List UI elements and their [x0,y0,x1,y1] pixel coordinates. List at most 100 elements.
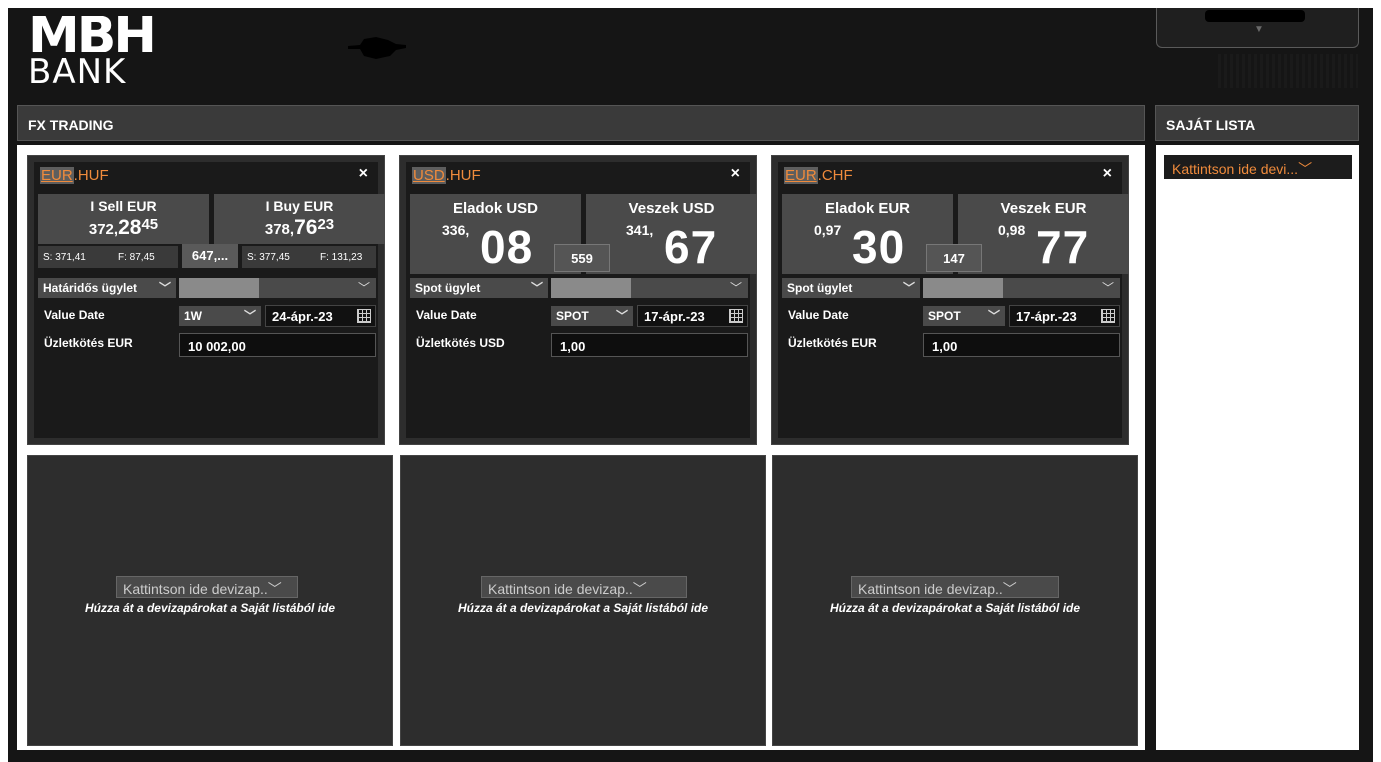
tile-body: I Sell EUR 372,2845 I Buy EUR 378,7623 S… [34,188,385,438]
sell-price-button[interactable]: I Sell EUR 372,2845 [38,194,209,244]
buy-price: 378,7623 [264,216,335,239]
own-list-title: SAJÁT LISTA [1166,117,1256,133]
amount-input[interactable]: 1,00 [923,333,1120,357]
buy-label: Veszek USD [628,200,715,217]
redacted-field [179,278,259,298]
empty-tile-slot: Kattintson ide devizap..﹀ Húzza át a dev… [772,455,1138,746]
amount-input[interactable]: 1,00 [551,333,748,357]
drag-hint: Húzza át a devizapárokat a Saját listábó… [457,601,709,615]
redacted-user-info [1218,54,1358,88]
base-currency-link[interactable]: EUR [784,167,818,184]
deal-type-select[interactable]: Határidős ügylet ﹀ [38,278,176,298]
sell-price-main: 30 [852,221,906,273]
fx-tile-eurchf: EUR.CHF × Eladok EUR 0,97 30 Veszek EUR … [771,155,1129,445]
base-currency-link[interactable]: USD [412,167,446,184]
fx-trading-title: FX TRADING [28,117,114,133]
chevron-down-icon: ﹀ [632,581,647,597]
sell-label: Eladok USD [452,200,539,217]
value-date-label: Value Date [788,308,849,322]
currency-pair-select[interactable]: Kattintson ide devizap..﹀ [851,576,1059,598]
currency-pair: EUR.CHF [784,167,853,184]
tenor-select[interactable]: SPOT ﹀ [551,306,633,326]
user-menu[interactable]: ▼ [1156,8,1359,48]
logo-text: BANK [28,52,127,92]
own-list-panel: Kattintson ide devi...﹀ [1156,145,1359,750]
buy-price-main: 77 [1036,221,1090,273]
logo-mark: MBH [28,16,154,52]
sell-spot-forward: S: 371,41 F: 87,45 [38,246,178,268]
empty-tile-slot: Kattintson ide devizap..﹀ Húzza át a dev… [400,455,766,746]
value-date-field[interactable]: 24-ápr.-23 [265,305,376,327]
chevron-down-icon: ﹀ [987,309,1000,323]
own-list-select[interactable]: Kattintson ide devi...﹀ [1164,155,1352,179]
amount-label: Üzletkötés EUR [788,336,877,350]
value-date-field[interactable]: 17-ápr.-23 [637,305,748,327]
close-icon[interactable]: × [359,165,368,183]
base-currency-link[interactable]: EUR [40,167,74,184]
currency-pair: USD.HUF [412,167,481,184]
close-icon[interactable]: × [731,165,740,183]
sell-label: I Sell EUR [90,198,157,214]
fx-trading-header: FX TRADING [17,105,1145,141]
buy-label: Veszek EUR [1000,200,1087,217]
settlement-select[interactable]: ﹀ [551,278,748,298]
mbh-bank-logo: MBH BANK [28,16,154,92]
tile-body: Eladok USD 336, 08 Veszek USD 341, 67 55… [406,188,757,438]
chevron-down-icon: ▼ [1254,24,1264,35]
settlement-select[interactable]: ﹀ [179,278,376,298]
value-date-field[interactable]: 17-ápr.-23 [1009,305,1120,327]
amount-label: Üzletkötés USD [416,336,505,350]
chevron-down-icon: ﹀ [530,281,543,295]
fx-board: EUR.HUF × I Sell EUR 372,2845 I Buy EUR … [17,145,1145,750]
calendar-icon[interactable] [357,309,371,323]
buy-price-main: 67 [664,221,718,273]
buy-price-button[interactable]: Veszek USD 341, 67 [586,194,757,274]
buy-spot-forward: S: 377,45 F: 131,23 [242,246,376,268]
deal-type-select[interactable]: Spot ügylet ﹀ [782,278,920,298]
sell-label: Eladok EUR [824,200,911,217]
redacted-username [1205,10,1305,22]
buy-price-prefix: 0,98 [998,222,1026,238]
redacted-field [923,278,1003,298]
tile-header: USD.HUF × [406,162,750,188]
spread-value: 647,... [182,244,238,268]
buy-label: I Buy EUR [265,198,334,214]
chevron-down-icon: ﹀ [1101,281,1114,295]
chevron-down-icon: ﹀ [1298,161,1313,177]
settlement-select[interactable]: ﹀ [923,278,1120,298]
tile-header: EUR.HUF × [34,162,378,188]
drag-hint: Húzza át a devizapárokat a Saját listábó… [84,601,336,615]
sell-price-prefix: 0,97 [814,222,842,238]
tenor-select[interactable]: 1W ﹀ [179,306,261,326]
chevron-down-icon: ﹀ [243,309,256,323]
currency-pair-select[interactable]: Kattintson ide devizap..﹀ [481,576,687,598]
buy-forward: F: 131,23 [320,252,363,263]
spread-value: 147 [926,244,982,272]
tile-body: Eladok EUR 0,97 30 Veszek EUR 0,98 77 14… [778,188,1129,438]
currency-pair: EUR.HUF [40,167,109,184]
chevron-down-icon: ﹀ [902,281,915,295]
redacted-blot [348,37,406,59]
calendar-icon[interactable] [729,309,743,323]
amount-input[interactable]: 10 002,00 [179,333,376,357]
buy-price-button[interactable]: Veszek EUR 0,98 77 [958,194,1129,274]
chevron-down-icon: ﹀ [615,309,628,323]
spread-value: 559 [554,244,610,272]
buy-price-prefix: 341, [626,222,654,238]
chevron-down-icon: ﹀ [729,281,742,295]
empty-tile-slot: Kattintson ide devizap..﹀ Húzza át a dev… [27,455,393,746]
fx-tile-usdhuf: USD.HUF × Eladok USD 336, 08 Veszek USD … [399,155,757,445]
fx-tile-eurhuf: EUR.HUF × I Sell EUR 372,2845 I Buy EUR … [27,155,385,445]
quote-currency: .CHF [817,167,853,184]
currency-pair-select[interactable]: Kattintson ide devizap..﹀ [116,576,298,598]
close-icon[interactable]: × [1103,165,1112,183]
sell-price: 372,2845 [88,216,159,239]
buy-spot: S: 377,45 [247,252,290,263]
sell-forward: F: 87,45 [118,252,155,263]
tenor-select[interactable]: SPOT ﹀ [923,306,1005,326]
calendar-icon[interactable] [1101,309,1115,323]
deal-type-select[interactable]: Spot ügylet ﹀ [410,278,548,298]
drag-hint: Húzza át a devizapárokat a Saját listábó… [829,601,1081,615]
buy-price-button[interactable]: I Buy EUR 378,7623 [214,194,385,244]
sell-price-prefix: 336, [442,222,470,238]
